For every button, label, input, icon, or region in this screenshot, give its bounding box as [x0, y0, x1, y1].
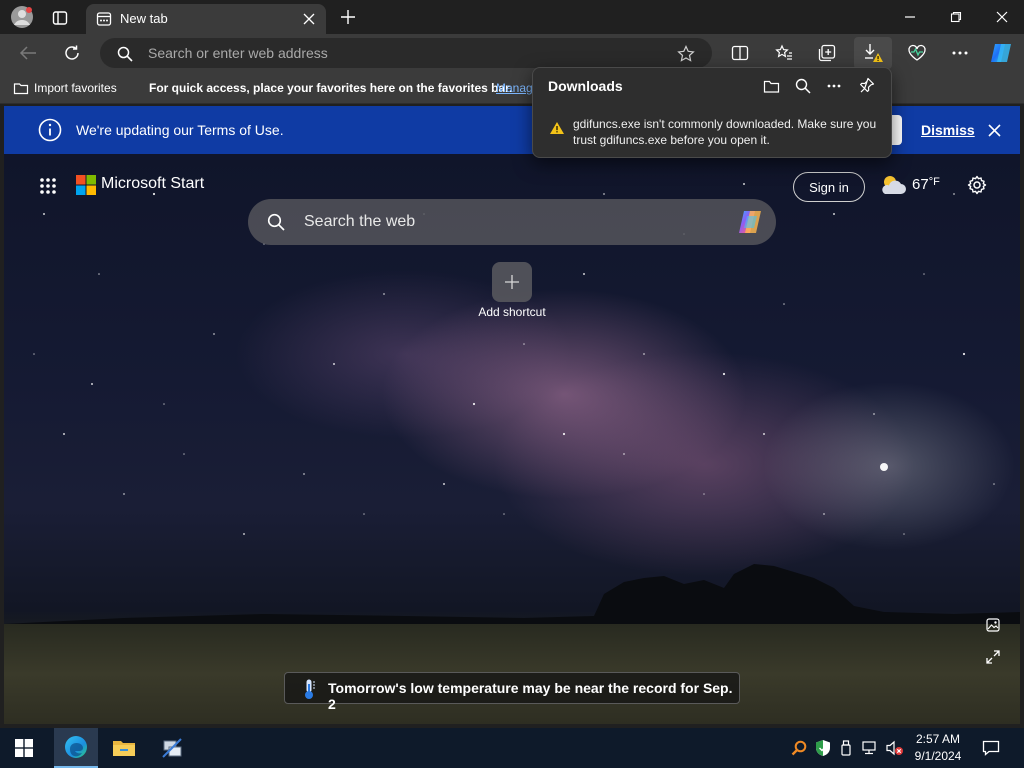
- copilot-icon[interactable]: [988, 40, 1014, 66]
- search-tray-icon[interactable]: [790, 739, 808, 757]
- copilot-search-icon[interactable]: [734, 207, 766, 237]
- weather-news-banner[interactable]: Tomorrow's low temperature may be near t…: [284, 672, 740, 712]
- search-icon: [266, 212, 286, 232]
- web-search-box[interactable]: Search the web: [248, 199, 776, 245]
- usb-device-tray-icon[interactable]: [838, 739, 854, 757]
- windows-start-icon[interactable]: [12, 737, 36, 759]
- open-downloads-folder-icon[interactable]: [761, 76, 781, 96]
- add-shortcut-label: Add shortcut: [478, 305, 546, 319]
- new-tab-page: Microsoft Start Sign in 67°F Search the …: [4, 154, 1020, 724]
- network-tray-icon[interactable]: [860, 739, 880, 757]
- clock-date: 9/1/2024: [914, 749, 962, 763]
- browser-essentials-icon[interactable]: [905, 43, 929, 63]
- expand-icon[interactable]: [984, 648, 1002, 666]
- search-icon: [116, 45, 134, 63]
- network-tool-taskbar-icon[interactable]: [152, 728, 192, 768]
- collections-icon[interactable]: [816, 43, 838, 63]
- microsoft-logo-icon: [76, 175, 96, 195]
- import-favorites-link[interactable]: Import favorites: [34, 81, 117, 95]
- close-window-button[interactable]: [988, 6, 1016, 28]
- address-bar[interactable]: Search or enter web address: [100, 38, 712, 68]
- brand-title[interactable]: Microsoft Start: [101, 175, 204, 193]
- address-placeholder: Search or enter web address: [148, 45, 328, 61]
- sign-in-label: Sign in: [809, 179, 849, 195]
- favorite-star-icon[interactable]: [676, 44, 696, 64]
- weather-news-text: Tomorrow's low temperature may be near t…: [328, 680, 733, 712]
- file-explorer-taskbar-icon[interactable]: [104, 728, 144, 768]
- downloads-button[interactable]: [854, 37, 892, 69]
- minimize-button[interactable]: [896, 6, 924, 28]
- weather-temperature[interactable]: 67°F: [912, 176, 940, 193]
- downloads-more-options-icon[interactable]: [824, 76, 844, 96]
- favorites-hint: For quick access, place your favorites h…: [149, 81, 513, 95]
- restore-button[interactable]: [942, 6, 970, 28]
- downloads-title: Downloads: [548, 78, 623, 94]
- weather-temp-unit: °F: [928, 176, 940, 188]
- tab-new-tab[interactable]: New tab: [86, 4, 326, 34]
- web-search-placeholder: Search the web: [304, 213, 416, 230]
- warning-icon: [548, 120, 566, 136]
- back-button[interactable]: [16, 43, 40, 63]
- more-options-icon[interactable]: [948, 43, 972, 63]
- download-warning-message: gdifuncs.exe isn't commonly downloaded. …: [573, 117, 877, 147]
- split-screen-icon[interactable]: [729, 43, 751, 63]
- clock-time: 2:57 AM: [915, 732, 961, 746]
- security-shield-tray-icon[interactable]: [814, 738, 832, 758]
- close-info-bar-icon[interactable]: [985, 121, 1003, 139]
- close-tab-icon[interactable]: [300, 10, 318, 28]
- profile-avatar[interactable]: [10, 5, 34, 29]
- title-bar: New tab: [0, 0, 1024, 34]
- plus-icon: [505, 275, 519, 289]
- tab-actions-icon[interactable]: [50, 8, 70, 28]
- weather-temp-value: 67: [912, 176, 929, 193]
- new-tab-page-icon: [95, 10, 113, 28]
- refresh-button[interactable]: [60, 42, 84, 64]
- search-downloads-icon[interactable]: [793, 76, 813, 96]
- import-favorites-icon[interactable]: [12, 80, 30, 96]
- favorites-icon[interactable]: [773, 43, 795, 63]
- notifications-icon[interactable]: [980, 738, 1002, 758]
- taskbar: 2:57 AM 9/1/2024: [0, 728, 1024, 768]
- pin-icon[interactable]: [857, 75, 877, 95]
- new-tab-button[interactable]: [338, 7, 358, 27]
- volume-muted-tray-icon[interactable]: [884, 739, 904, 757]
- dismiss-button[interactable]: Dismiss: [921, 122, 975, 138]
- downloads-panel: Downloads gdifuncs.exe isn't commonly do…: [532, 67, 892, 158]
- edge-taskbar-icon[interactable]: [54, 728, 98, 768]
- thermometer-icon: [299, 678, 319, 700]
- terms-message: We're updating our Terms of Use.: [76, 122, 284, 138]
- add-shortcut-button[interactable]: [492, 262, 532, 302]
- system-clock[interactable]: 2:57 AM 9/1/2024: [912, 731, 964, 765]
- info-icon: [38, 118, 62, 142]
- app-launcher-icon[interactable]: [38, 176, 58, 196]
- manage-favorites-link[interactable]: Manag: [496, 81, 533, 95]
- tab-title: New tab: [120, 11, 168, 26]
- image-info-icon[interactable]: [984, 616, 1002, 634]
- weather-partly-cloudy-icon[interactable]: [878, 172, 908, 198]
- page-settings-gear-icon[interactable]: [966, 174, 988, 196]
- sign-in-button[interactable]: Sign in: [793, 172, 865, 202]
